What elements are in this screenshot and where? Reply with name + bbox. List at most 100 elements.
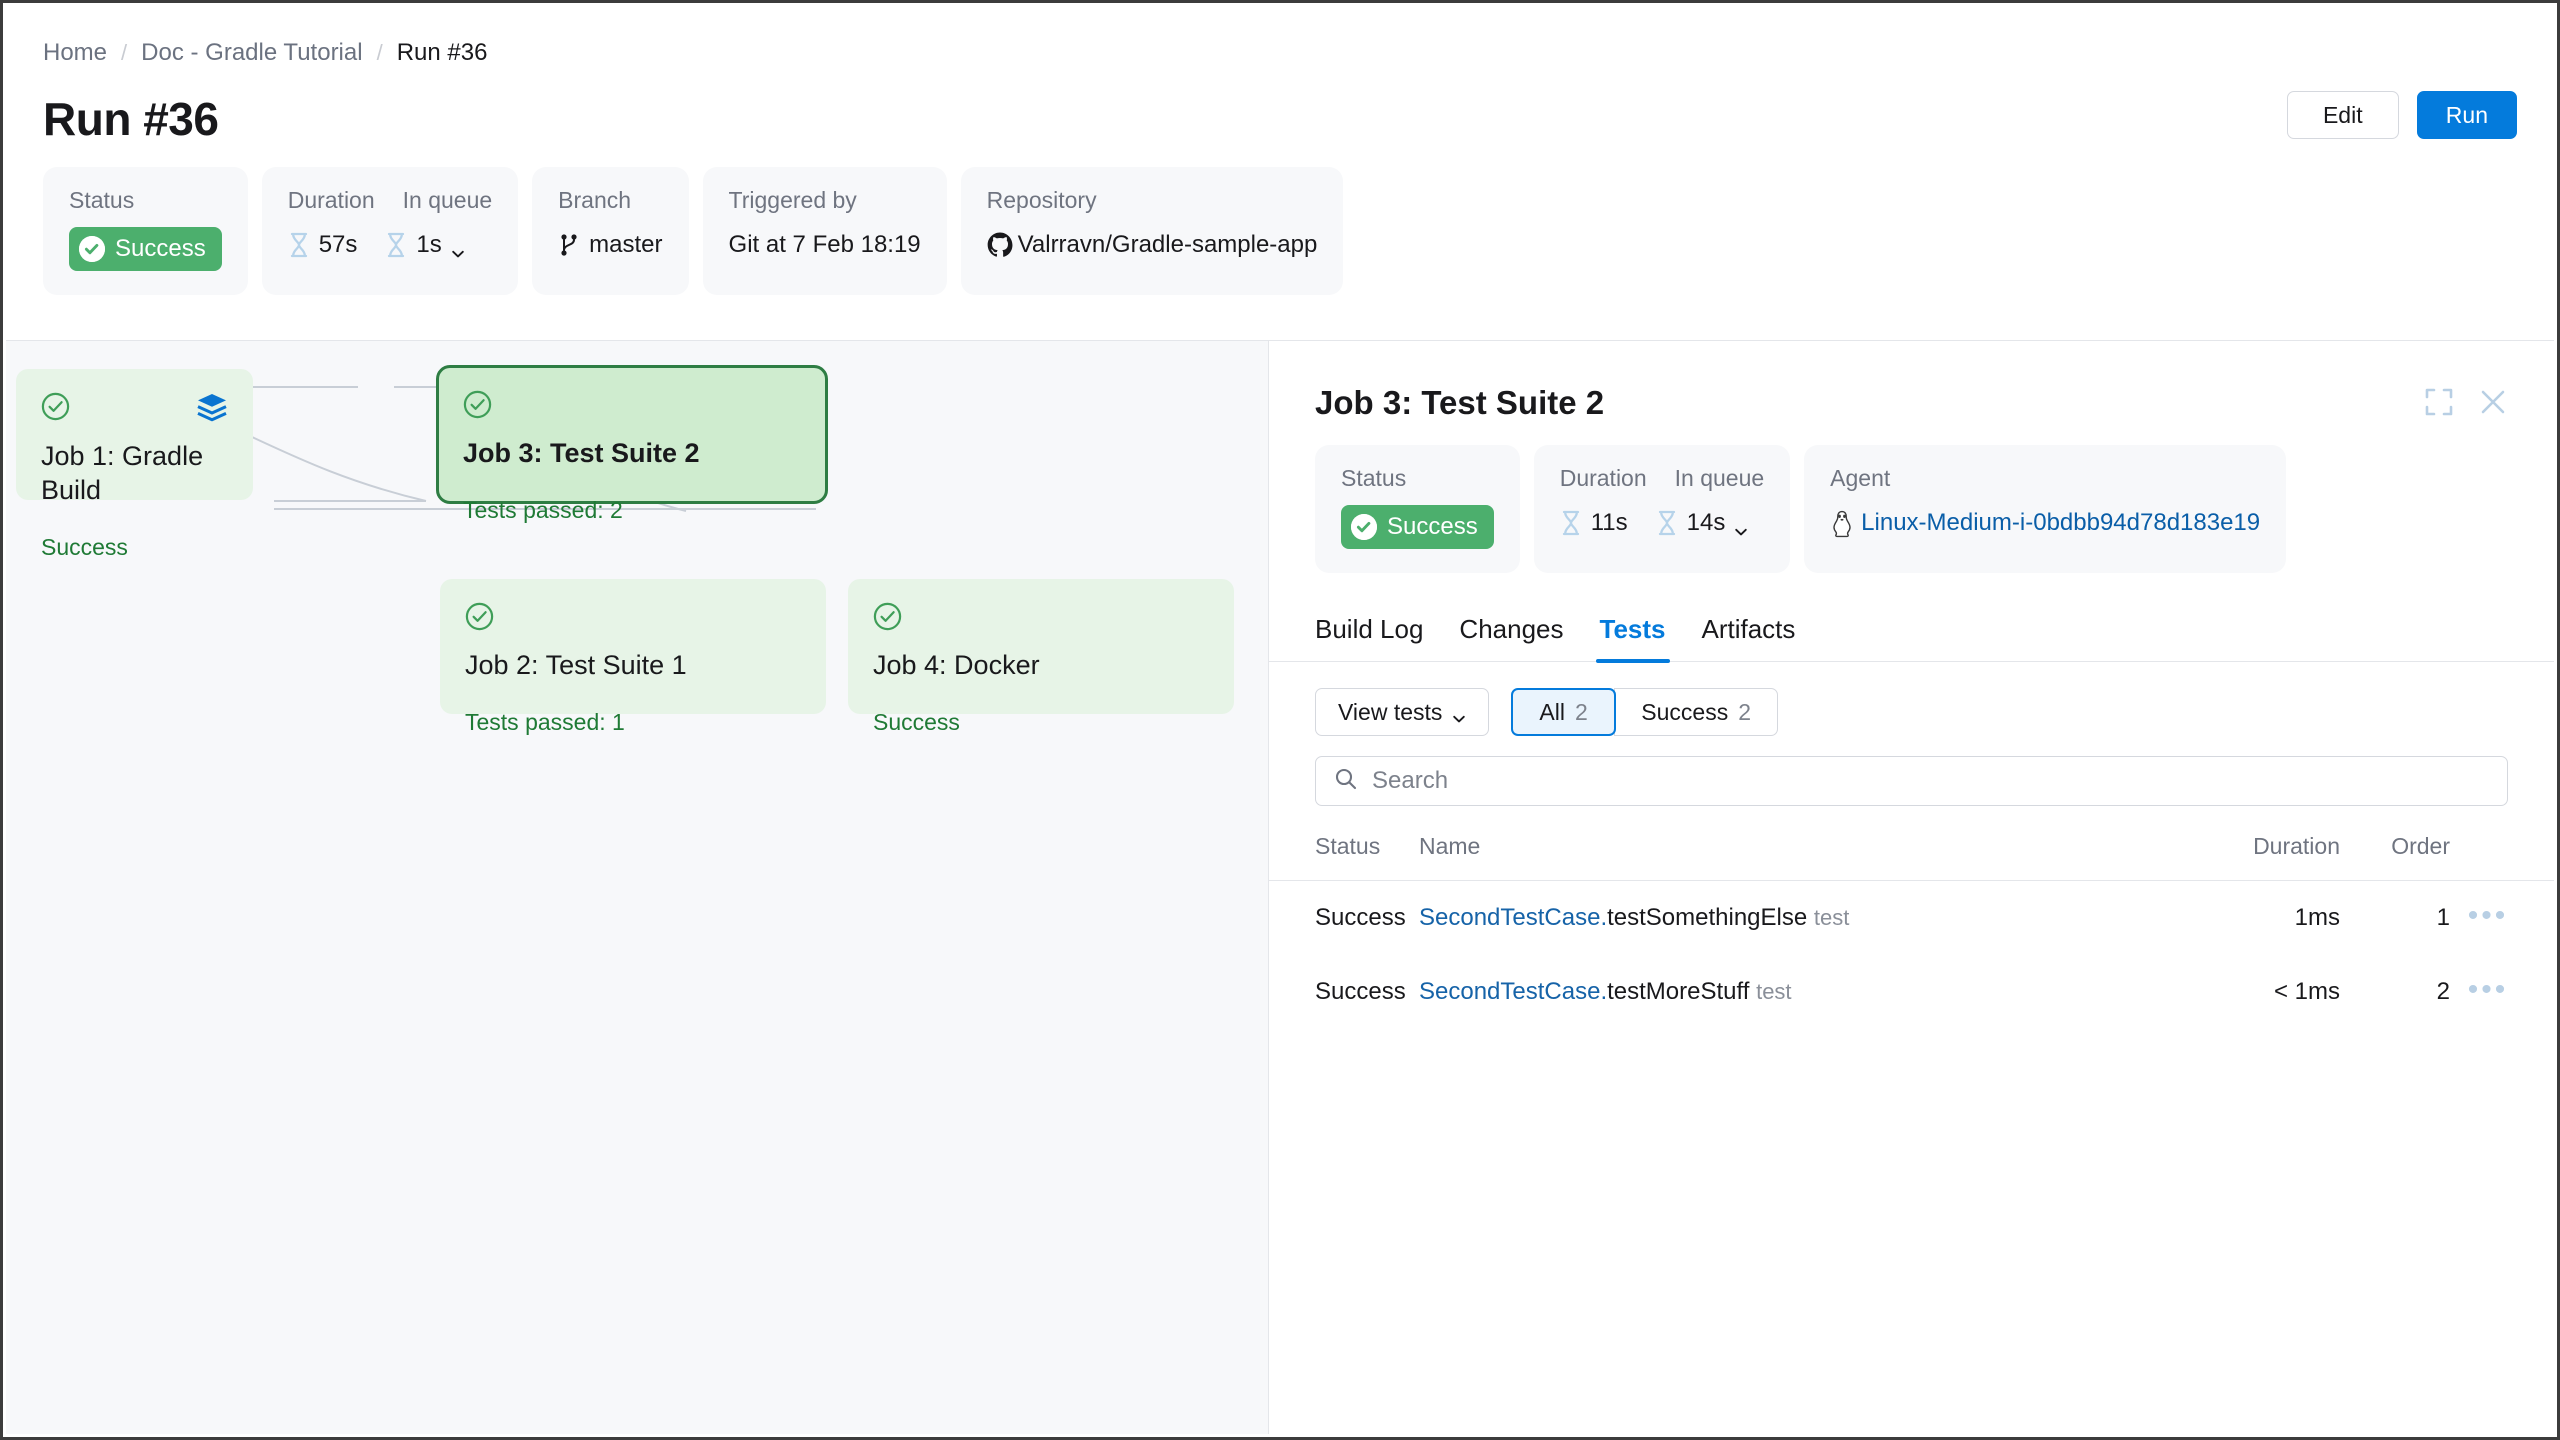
tab-tests[interactable]: Tests [1582, 603, 1684, 661]
job-node-2[interactable]: Job 2: Test Suite 1 Tests passed: 1 [440, 579, 826, 714]
row-overflow-menu-icon[interactable]: ••• [2468, 973, 2509, 1006]
timing-labels: Duration In queue [288, 185, 492, 215]
detail-header: Job 3: Test Suite 2 [1269, 341, 2554, 423]
detail-agent-value-group[interactable]: Linux-Medium-i-0bdbb94d78d183e19 [1830, 507, 2260, 539]
duration-value-group: 57s [288, 229, 358, 261]
job-node-3[interactable]: Job 3: Test Suite 2 Tests passed: 2 [436, 365, 828, 504]
chevron-down-icon[interactable] [1734, 516, 1748, 530]
job-node-2-status: Tests passed: 1 [465, 708, 801, 736]
detail-title: Job 3: Test Suite 2 [1315, 383, 1604, 423]
hourglass-icon [288, 232, 310, 258]
view-tests-dropdown[interactable]: View tests [1315, 688, 1489, 736]
summary-card-timing: Duration In queue 57s 1s [262, 167, 518, 295]
row-menu-cell: ••• [2450, 955, 2554, 1029]
run-button[interactable]: Run [2417, 91, 2517, 139]
tab-changes[interactable]: Changes [1441, 603, 1581, 661]
column-header-status: Status [1269, 832, 1419, 881]
in-queue-label: In queue [403, 185, 493, 215]
summary-card-triggered-by: Triggered by Git at 7 Feb 18:19 [703, 167, 947, 295]
detail-card-agent: Agent Linux-Medium-i-0bdbb94d78d183e19 [1804, 445, 2286, 573]
status-badge: Success [69, 227, 222, 271]
detail-in-queue-value-group[interactable]: 14s [1656, 507, 1749, 539]
repository-value-group[interactable]: Valrravn/Gradle-sample-app [987, 229, 1318, 261]
row-test-class[interactable]: SecondTestCase. [1419, 978, 1607, 1005]
check-circle-icon [465, 602, 494, 631]
check-circle-icon [41, 392, 70, 421]
search-input[interactable] [1372, 767, 2489, 795]
in-queue-value-group[interactable]: 1s [385, 229, 464, 261]
column-header-duration: Duration [2190, 832, 2340, 881]
table-row[interactable]: Success SecondTestCase.testSomethingElse… [1269, 881, 2554, 956]
row-test-kind: test [1814, 905, 1849, 930]
breadcrumb: Home / Doc - Gradle Tutorial / Run #36 [43, 39, 2517, 67]
job-detail-pane: Job 3: Test Suite 2 Status [1269, 341, 2554, 1434]
row-overflow-menu-icon[interactable]: ••• [2468, 899, 2509, 932]
row-test-method: testMoreStuff [1607, 978, 1749, 1005]
filter-all-label: All [1539, 699, 1565, 726]
branch-value: master [589, 229, 662, 261]
check-circle-icon [873, 602, 902, 631]
search-icon [1334, 767, 1358, 796]
detail-header-actions [2424, 387, 2508, 417]
tests-search-box[interactable] [1315, 756, 2508, 806]
breadcrumb-item-current: Run #36 [397, 39, 488, 67]
layers-icon [196, 392, 228, 422]
tests-table-header-row: Status Name Duration Order [1269, 832, 2554, 881]
triggered-by-value: Git at 7 Feb 18:19 [729, 229, 921, 261]
detail-duration-value: 11s [1591, 507, 1628, 539]
tab-build-log[interactable]: Build Log [1315, 603, 1441, 661]
row-test-kind: test [1756, 979, 1791, 1004]
detail-status-badge-label: Success [1387, 512, 1478, 542]
breadcrumb-item-home[interactable]: Home [43, 39, 107, 67]
edit-button[interactable]: Edit [2287, 91, 2399, 139]
table-row[interactable]: Success SecondTestCase.testMoreStuff tes… [1269, 955, 2554, 1029]
row-name: SecondTestCase.testSomethingElse test [1419, 881, 2190, 956]
branch-icon [558, 232, 580, 258]
detail-card-status: Status Success [1315, 445, 1520, 573]
row-status: Success [1269, 881, 1419, 956]
check-circle-icon [79, 236, 105, 262]
page-title: Run #36 [43, 93, 2517, 145]
chevron-down-icon[interactable] [451, 238, 465, 252]
job-graph-pane: Job 1: Gradle Build Success Job 3: Test … [6, 341, 1269, 1434]
top-bar: Home / Doc - Gradle Tutorial / Run #36 R… [3, 3, 2557, 145]
branch-value-group: master [558, 229, 662, 261]
row-duration: < 1ms [2190, 955, 2340, 1029]
tests-table-body: Success SecondTestCase.testSomethingElse… [1269, 881, 2554, 1030]
filter-success-label: Success [1641, 699, 1728, 726]
breadcrumb-item-project[interactable]: Doc - Gradle Tutorial [141, 39, 362, 67]
job-node-3-status: Tests passed: 2 [463, 496, 801, 524]
job-node-4[interactable]: Job 4: Docker Success [848, 579, 1234, 714]
status-badge-label: Success [115, 234, 206, 264]
expand-icon[interactable] [2424, 387, 2454, 417]
row-order: 1 [2340, 881, 2450, 956]
detail-agent-value: Linux-Medium-i-0bdbb94d78d183e19 [1861, 507, 2260, 539]
column-header-menu [2450, 832, 2554, 881]
summary-card-repository: Repository Valrravn/Gradle-sample-app [961, 167, 1344, 295]
hourglass-icon [385, 232, 407, 258]
filter-success-button[interactable]: Success 2 [1614, 688, 1778, 736]
filter-all-button[interactable]: All 2 [1511, 688, 1615, 736]
detail-agent-label: Agent [1830, 463, 2260, 493]
repository-label: Repository [987, 185, 1318, 215]
header-actions: Edit Run [2287, 91, 2517, 139]
detail-status-label: Status [1341, 463, 1494, 493]
detail-card-timing: Duration In queue 11s [1534, 445, 1790, 573]
run-summary-cards: Status Success Duration In queue 57s [3, 145, 2557, 295]
github-icon [987, 232, 1009, 258]
column-header-name: Name [1419, 832, 2190, 881]
close-icon[interactable] [2478, 387, 2508, 417]
job-node-2-header [465, 602, 801, 631]
job-node-1[interactable]: Job 1: Gradle Build Success [16, 369, 253, 500]
repository-value: Valrravn/Gradle-sample-app [1018, 229, 1318, 261]
tests-status-segmented-control: All 2 Success 2 [1511, 688, 1778, 736]
breadcrumb-separator: / [121, 39, 127, 67]
tab-artifacts[interactable]: Artifacts [1684, 603, 1814, 661]
filter-all-count: 2 [1575, 699, 1588, 726]
job-node-1-status: Success [41, 533, 228, 561]
tests-search-wrap [1269, 736, 2554, 806]
row-menu-cell: ••• [2450, 881, 2554, 956]
triggered-by-label: Triggered by [729, 185, 921, 215]
row-test-class[interactable]: SecondTestCase. [1419, 904, 1607, 931]
detail-duration-label: Duration [1560, 463, 1647, 493]
